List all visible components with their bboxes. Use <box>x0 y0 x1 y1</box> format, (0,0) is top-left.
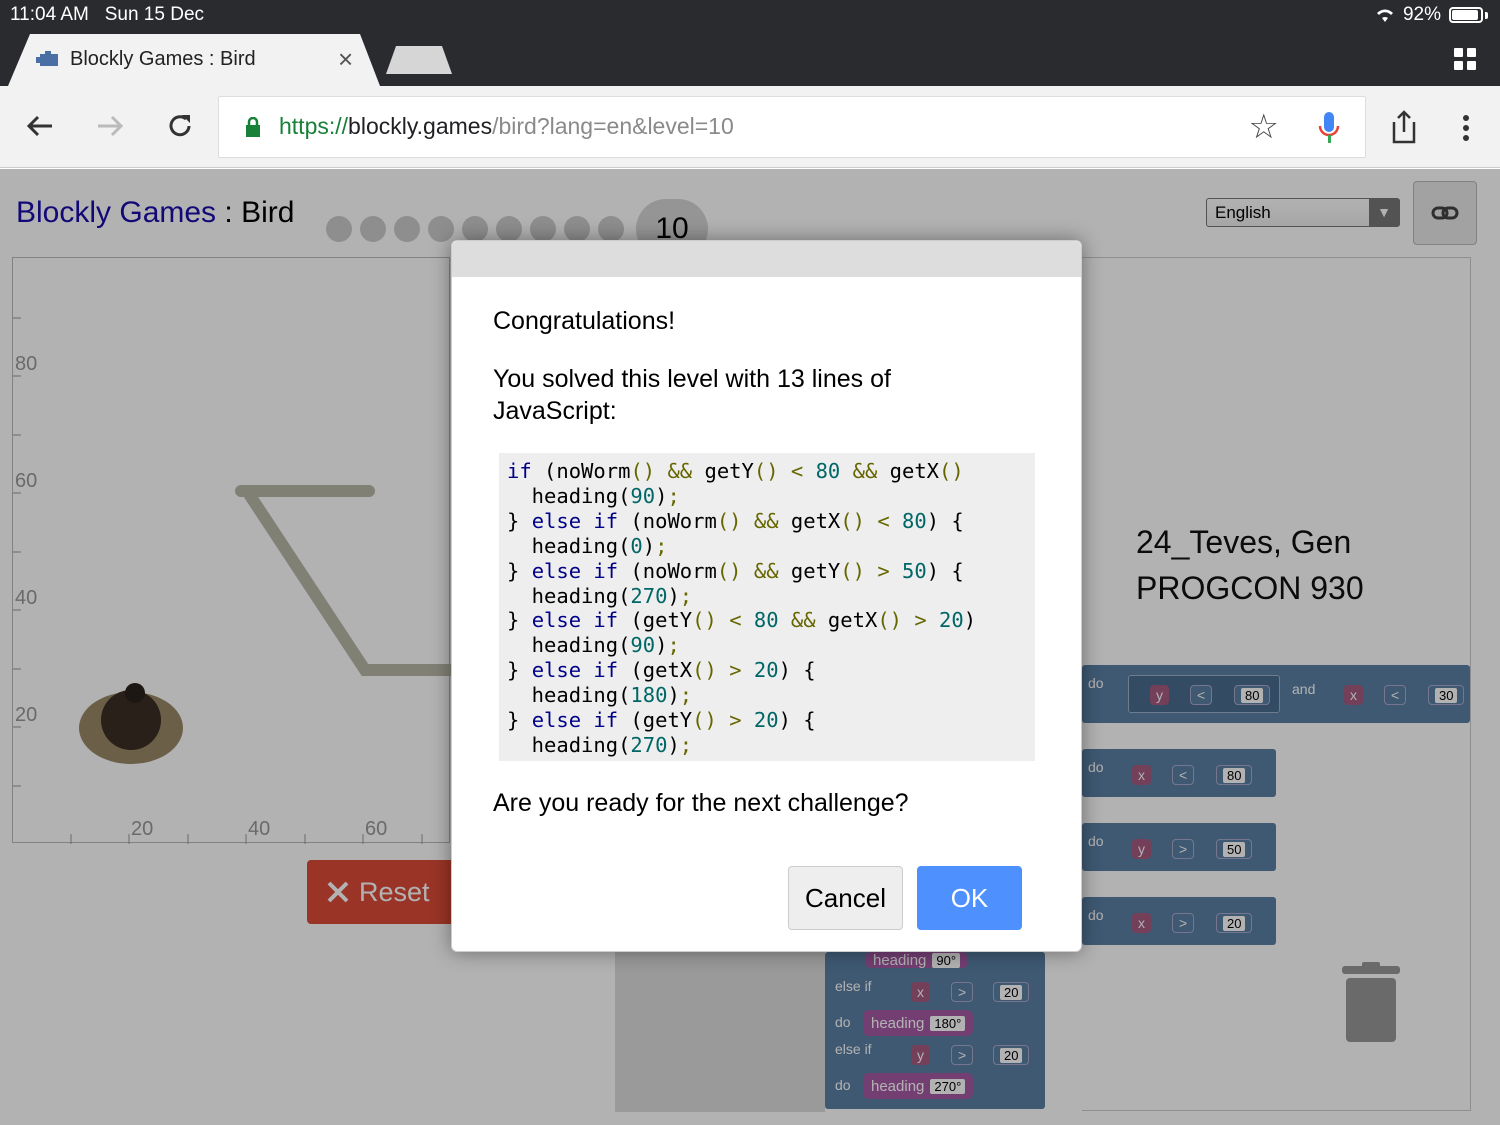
browser-top-bar: 11:04 AM Sun 15 Dec 92% Blockly Games : … <box>0 0 1500 86</box>
code-line: } else if (getY() > 20) { <box>507 708 816 733</box>
microphone-icon[interactable] <box>1317 111 1341 145</box>
code-line: heading(270); <box>507 583 693 608</box>
dialog-question: Are you ready for the next challenge? <box>493 789 909 817</box>
tab-switcher-icon[interactable] <box>1454 48 1476 70</box>
new-tab-button[interactable] <box>386 46 452 74</box>
dialog-message: You solved this level with 13 lines of J… <box>493 365 891 425</box>
arrow-left-icon <box>26 115 52 137</box>
code-line: heading(90); <box>507 483 680 508</box>
forward-button[interactable] <box>90 106 130 146</box>
code-line: heading(180); <box>507 683 693 708</box>
code-line: heading(270); <box>507 732 693 757</box>
code-line: } else if (getY() < 80 && getX() > 20) <box>507 608 977 633</box>
battery-icon <box>1449 7 1483 23</box>
battery-percent: 92% <box>1402 4 1441 25</box>
share-icon[interactable] <box>1390 110 1418 144</box>
tab-title: Blockly Games : Bird <box>70 48 256 70</box>
bookmark-star-icon[interactable]: ☆ <box>1249 107 1279 147</box>
url-text: https://blockly.games/bird?lang=en&level… <box>279 113 734 139</box>
javascript-code: if (noWorm() && getY() < 80 && getX() he… <box>499 453 1035 761</box>
arrow-right-icon <box>98 115 124 137</box>
code-line: } else if (getX() > 20) { <box>507 658 816 683</box>
code-line: } else if (noWorm() && getY() > 50) { <box>507 558 964 583</box>
lock-icon <box>246 117 260 137</box>
code-line: } else if (noWorm() && getX() < 80) { <box>507 508 964 533</box>
code-line: heading(90); <box>507 633 680 658</box>
ok-button[interactable]: OK <box>917 866 1022 930</box>
code-line: if (noWorm() && getY() < 80 && getX() <box>507 459 964 483</box>
puzzle-favicon-icon <box>36 51 58 66</box>
congratulations-dialog: Congratulations! You solved this level w… <box>451 240 1082 952</box>
tab-close-button[interactable]: × <box>338 44 353 75</box>
more-menu-icon[interactable] <box>1462 114 1470 142</box>
status-time: 11:04 AM Sun 15 Dec <box>10 4 205 25</box>
browser-toolbar: https://blockly.games/bird?lang=en&level… <box>0 86 1500 168</box>
code-line: heading(0); <box>507 533 668 558</box>
reload-button[interactable] <box>160 106 200 146</box>
dialog-header[interactable] <box>452 241 1081 277</box>
address-bar[interactable]: https://blockly.games/bird?lang=en&level… <box>218 96 1366 158</box>
status-right: 92% <box>1375 4 1488 26</box>
reload-icon <box>169 115 191 137</box>
dialog-title: Congratulations! <box>493 307 676 335</box>
back-button[interactable] <box>20 106 60 146</box>
wifi-icon <box>1376 9 1393 22</box>
cancel-button[interactable]: Cancel <box>788 866 903 930</box>
